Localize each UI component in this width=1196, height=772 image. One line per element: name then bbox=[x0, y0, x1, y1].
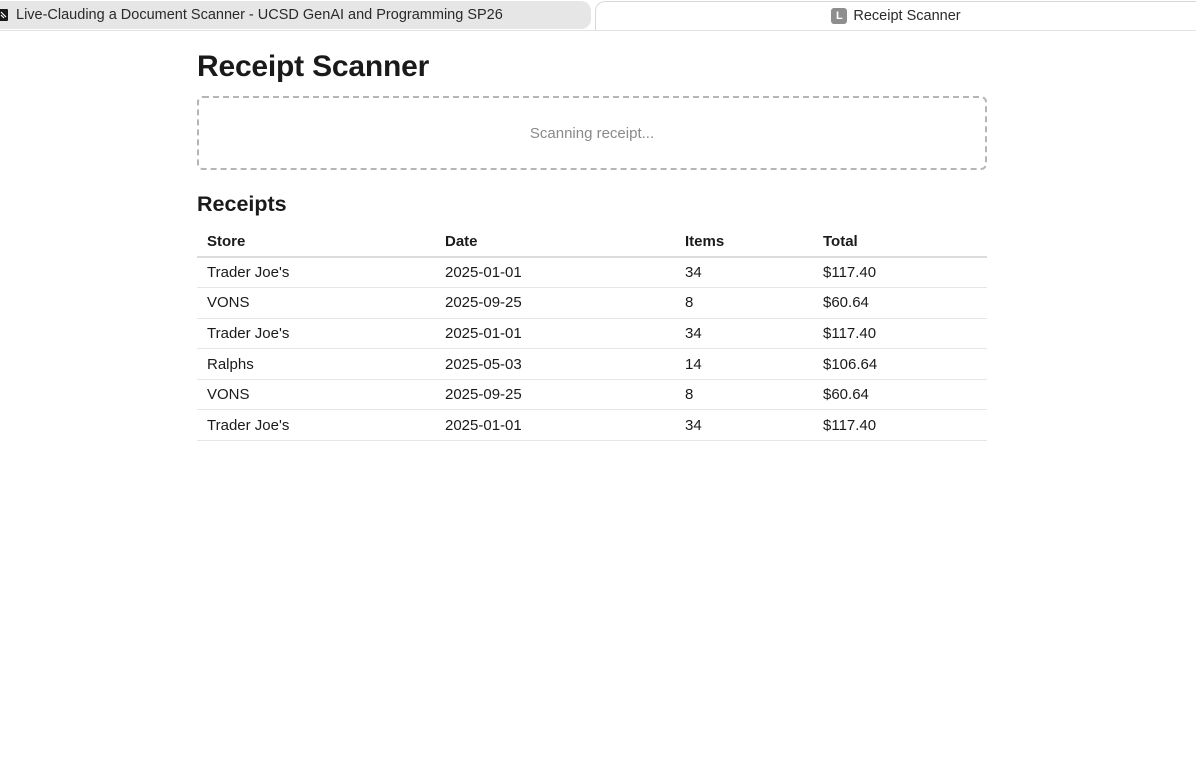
cell-items: 34 bbox=[675, 409, 813, 442]
table-row: Ralphs 2025-05-03 14 $106.64 bbox=[197, 348, 987, 380]
tab-active[interactable]: L Receipt Scanner bbox=[595, 1, 1196, 30]
header-date: Date bbox=[435, 226, 675, 258]
cell-items: 34 bbox=[675, 318, 813, 350]
tab-inactive[interactable]: Live-Clauding a Document Scanner - UCSD … bbox=[0, 1, 591, 29]
table-row: VONS 2025-09-25 8 $60.64 bbox=[197, 379, 987, 411]
upload-dropzone[interactable]: Scanning receipt... bbox=[197, 96, 987, 170]
cell-date: 2025-01-01 bbox=[435, 409, 675, 442]
cell-store: VONS bbox=[197, 379, 435, 411]
cell-date: 2025-01-01 bbox=[435, 318, 675, 350]
cell-items: 8 bbox=[675, 287, 813, 319]
table-header-row: Store Date Items Total bbox=[197, 226, 987, 258]
header-items: Items bbox=[675, 226, 813, 258]
notebook-icon bbox=[0, 9, 10, 21]
page-title: Receipt Scanner bbox=[197, 50, 430, 83]
table-row: Trader Joe's 2025-01-01 34 $117.40 bbox=[197, 318, 987, 350]
favicon-icon: L bbox=[831, 8, 848, 24]
table-row: Trader Joe's 2025-01-01 34 $117.40 bbox=[197, 409, 987, 442]
cell-items: 14 bbox=[675, 348, 813, 380]
cell-items: 34 bbox=[675, 257, 813, 289]
cell-total: $106.64 bbox=[813, 348, 987, 380]
header-store: Store bbox=[197, 226, 435, 258]
cell-date: 2025-01-01 bbox=[435, 257, 675, 289]
cell-date: 2025-09-25 bbox=[435, 379, 675, 411]
main-content: Receipt Scanner Scanning receipt... Rece… bbox=[197, 48, 987, 442]
cell-date: 2025-05-03 bbox=[435, 348, 675, 380]
cell-store: Trader Joe's bbox=[197, 257, 435, 289]
cell-store: VONS bbox=[197, 287, 435, 319]
receipts-heading: Receipts bbox=[197, 192, 287, 216]
cell-total: $117.40 bbox=[813, 409, 987, 442]
tab-inactive-label: Live-Clauding a Document Scanner - UCSD … bbox=[16, 7, 503, 23]
tab-active-label: Receipt Scanner bbox=[853, 8, 961, 24]
cell-store: Ralphs bbox=[197, 348, 435, 380]
cell-store: Trader Joe's bbox=[197, 409, 435, 442]
table-row: VONS 2025-09-25 8 $60.64 bbox=[197, 287, 987, 319]
receipts-table: Store Date Items Total Trader Joe's 2025… bbox=[197, 226, 987, 442]
cell-total: $60.64 bbox=[813, 287, 987, 319]
header-total: Total bbox=[813, 226, 987, 258]
cell-items: 8 bbox=[675, 379, 813, 411]
cell-total: $60.64 bbox=[813, 379, 987, 411]
browser-tab-bar: Live-Clauding a Document Scanner - UCSD … bbox=[0, 0, 1196, 31]
cell-date: 2025-09-25 bbox=[435, 287, 675, 319]
cell-total: $117.40 bbox=[813, 257, 987, 289]
cell-total: $117.40 bbox=[813, 318, 987, 350]
cell-store: Trader Joe's bbox=[197, 318, 435, 350]
dropzone-status-text: Scanning receipt... bbox=[529, 124, 655, 142]
table-row: Trader Joe's 2025-01-01 34 $117.40 bbox=[197, 257, 987, 289]
